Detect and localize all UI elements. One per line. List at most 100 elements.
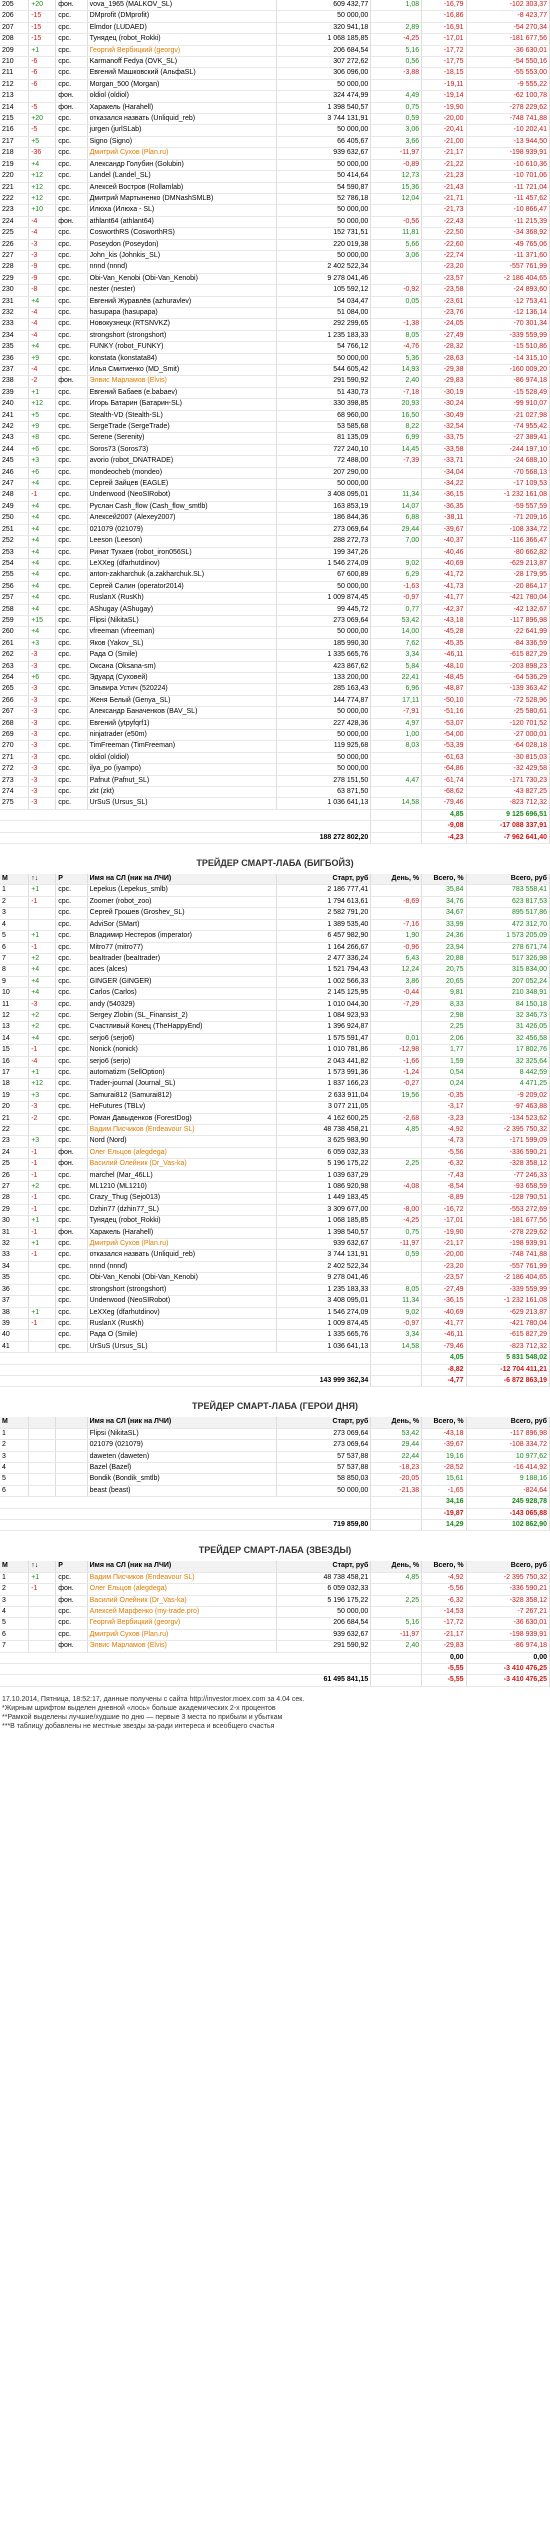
table-row[interactable]: 270 -3 срс. TimFreeman (TimFreeman) 119 925,… <box>0 740 550 753</box>
table-row[interactable]: 214 -5 фон. Харакель (Harahell) 1 398 540,57… <box>0 102 550 115</box>
table-row[interactable]: 261 +3 срс. Яков (Yakov_SL) 185 990,30 7,62 -4… <box>0 638 550 651</box>
table-row[interactable]: 213 фон. oldiol (oldiol) 324 474,99 4,49 -19,… <box>0 90 550 103</box>
table-row[interactable]: 18 +12 срс. Trader-journal (Journal_SL) 1 83… <box>0 1078 550 1091</box>
table-row[interactable]: 1 Flipsi (NikitaSL) 273 069,64 53,42 -43,18-… <box>0 1428 550 1441</box>
table-row[interactable]: 1 +1 срс. Вадим Писчиков (Endeavour SL) 48 7… <box>0 1572 550 1585</box>
table-row[interactable]: 259 +15 срс. Flipsi (NikitaSL) 273 069,64 53,… <box>0 615 550 628</box>
table-row[interactable]: 264 +6 срс. Эдуард (Суховей) 133 200,00 22,41… <box>0 672 550 685</box>
table-row[interactable]: 5 срс. Георгий Вербицкий (georgv) 206 684,5… <box>0 1617 550 1630</box>
table-row[interactable]: 215 +20 срс. отказался назвать (Unliquid_re… <box>0 113 550 126</box>
table-row[interactable]: 273 -3 срс. Pafnut (Pafnut_SL) 278 151,50 4,4… <box>0 775 550 788</box>
table-row[interactable]: 12 +2 срс. Sergey Zlobin (SL_Finansist_2) 1 … <box>0 1010 550 1023</box>
table-row[interactable]: 216 -5 срс. jurgen (jurlSLab) 50 000,00 3,06-… <box>0 124 550 137</box>
table-row[interactable]: 29 -1 срс. Dzhin77 (dzhin77_SL) 3 309 677,00… <box>0 1204 550 1217</box>
table-row[interactable]: 212 -6 срс. Morgan_500 (Morgan) 50 000,00 -19… <box>0 79 550 92</box>
table-row[interactable]: 2 -1 фон. Олег Ельцов (alegdega) 6 059 032,3… <box>0 1583 550 1596</box>
table-row[interactable]: 268 -3 срс. Евгений (ytpyfqrf1) 227 428,36 4,… <box>0 718 550 731</box>
table-row[interactable]: 21 -2 срс. Роман Давыденков (ForestDog) 4 16… <box>0 1113 550 1126</box>
table-row[interactable]: 39 -1 срс. RuslanX (RusKh) 1 009 874,45 -0,97… <box>0 1318 550 1331</box>
table-row[interactable]: 244 +6 срс. Soros73 (Soros73) 727 240,10 14,4… <box>0 444 550 457</box>
table-row[interactable]: 209 +1 срс. Георгий Вербицкий (georgv) 206 6… <box>0 45 550 58</box>
table-row[interactable]: 6 -1 срс. Mitro77 (mitro77) 1 164 266,67 -0,9… <box>0 942 550 954</box>
table-row[interactable]: 37 срс. Underwood (NeoSIRobot) 3 408 095,01… <box>0 1295 550 1308</box>
table-row[interactable]: 239 +1 срс. Евгений Бабаев (e.babaev) 51 430… <box>0 387 550 400</box>
table-row[interactable]: 238 -2 фон. Элвис Марламов (Elvis) 291 590,9… <box>0 375 550 388</box>
table-row[interactable]: 231 +4 срс. Евгений Журавлёв (azhuravlev) 54… <box>0 296 550 308</box>
table-row[interactable]: 257 +4 срс. RuslanX (RusKh) 1 009 874,45 -0,9… <box>0 592 550 605</box>
table-row[interactable]: 269 -3 срс. ninjatrader (e50m) 50 000,00 1,00… <box>0 729 550 742</box>
table-row[interactable]: 3 срс. Сергей Грошев (Groshev_SL) 2 582 791… <box>0 907 550 920</box>
table-row[interactable]: 253 +4 срс. Ринат Тухаев (robot_iron056SL) 1… <box>0 547 550 559</box>
table-row[interactable]: 207 -15 срс. Elmdor (LUDAED) 320 941,18 2,89-… <box>0 22 550 35</box>
table-row[interactable]: 4 Bazel (Bazel) 57 537,88 -18,23 -28,52 -16 4… <box>0 1462 550 1475</box>
table-row[interactable]: 7 фон. Элвис Марламов (Elvis) 291 590,92 2,4… <box>0 1640 550 1653</box>
table-row[interactable]: 222 +12 срс. Дмитрий Мартыненко (DMNashSMLB… <box>0 193 550 206</box>
table-row[interactable]: 4 срс. AdviSor (SMart) 1 389 535,40 -7,16 33,… <box>0 919 550 932</box>
table-row[interactable]: 25 -1 фон. Василий Олейник (Dr_Vas-ka) 5 196… <box>0 1158 550 1171</box>
table-row[interactable]: 17 +1 срс. automatizm (SellOption) 1 573 991… <box>0 1067 550 1080</box>
table-row[interactable]: 252 +4 срс. Leeson (Leeson) 288 272,73 7,00 -4… <box>0 535 550 548</box>
table-row[interactable]: 7 +2 срс. beaItrader (beaItrader) 2 477 336,… <box>0 953 550 966</box>
table-row[interactable]: 234 -4 срс. strongshort (strongshort) 1 235 … <box>0 330 550 343</box>
table-row[interactable]: 260 +4 срс. vfreeman (vfreeman) 50 000,00 14,… <box>0 626 550 639</box>
table-row[interactable]: 263 -3 срс. Оксана (Oksana-sm) 423 867,62 5,8… <box>0 661 550 673</box>
table-row[interactable]: 275 -3 срс. UrSuS (Ursus_SL) 1 036 641,13 14,… <box>0 797 550 810</box>
table-row[interactable]: 20 -3 срс. НеFutures (TBLv) 3 077 211,05 -3,1… <box>0 1101 550 1114</box>
table-row[interactable]: 217 +5 срс. Signo (Signo) 66 405,67 3,66 -21,0… <box>0 136 550 149</box>
table-row[interactable]: 40 срс. Рада О (Smile) 1 335 665,76 3,34 -46,… <box>0 1329 550 1342</box>
table-row[interactable]: 36 срс. strongshort (strongshort) 1 235 183… <box>0 1284 550 1297</box>
table-row[interactable]: 3 daweten (daweten) 57 537,88 22,44 19,16 10 … <box>0 1451 550 1463</box>
table-row[interactable]: 28 -1 срс. Crazy_Thug (Sejo013) 1 449 183,45… <box>0 1192 550 1205</box>
table-row[interactable]: 27 +2 срс. ML1210 (ML1210) 1 086 920,98 -4,08… <box>0 1181 550 1194</box>
table-row[interactable]: 11 -3 срс. andy (540329) 1 010 044,30 -7,29 8,… <box>0 999 550 1011</box>
table-row[interactable]: 225 -4 срс. CosworthRS (CosworthRS) 152 731,… <box>0 227 550 240</box>
table-row[interactable]: 241 +5 срс. Stealth-VD (Stealth-SL) 68 960,0… <box>0 410 550 423</box>
table-row[interactable]: 272 -3 срс. ilya_po (iyampo) 50 000,00 -64,86… <box>0 763 550 776</box>
table-row[interactable]: 240 +12 срс. Игорь Батарин (Батарин-SL) 330 … <box>0 398 550 411</box>
table-row[interactable]: 250 +4 срс. Алексей2007 (Alexey2007) 186 844… <box>0 512 550 525</box>
table-row[interactable]: 2 -1 срс. Zoomer (robot_zoo) 1 794 613,61 -8,… <box>0 896 550 909</box>
table-row[interactable]: 266 -3 срс. Женя Белый (Genya_SL) 144 774,87… <box>0 695 550 708</box>
table-row[interactable]: 14 +4 срс. serjo6 (serjo6) 1 575 591,47 0,01 2… <box>0 1033 550 1046</box>
table-row[interactable]: 38 +1 срс. LeXXeg (dfarhutdinov) 1 546 274,0… <box>0 1307 550 1319</box>
table-row[interactable]: 227 -3 срс. John_kis (Johnkis_SL) 50 000,00 3… <box>0 250 550 263</box>
table-row[interactable]: 2 021079 (021079) 273 069,64 29,44 -39,67 -10… <box>0 1439 550 1452</box>
table-row[interactable]: 210 -6 срс. Karmanoff Fedya (OVK_SL) 307 272… <box>0 56 550 69</box>
table-row[interactable]: 271 -3 срс. oldiol (oldiol) 50 000,00 -61,63-… <box>0 752 550 765</box>
table-row[interactable]: 255 +4 срс. anton-zakharchuk (a.zakharchuk.… <box>0 569 550 582</box>
table-row[interactable]: 8 +4 срс. aces (alces) 1 521 794,43 12,24 20,7… <box>0 964 550 977</box>
table-row[interactable]: 224 -4 фон. athlant64 (athlant64) 50 000,00-… <box>0 216 550 229</box>
table-row[interactable]: 13 +2 срс. Счастливый Конец (TheHappyEnd) 1 … <box>0 1021 550 1034</box>
table-row[interactable]: 34 срс. nnnd (nnnd) 2 402 522,34 -23,20 -557 … <box>0 1261 550 1274</box>
table-row[interactable]: 5 +1 срс. Владимир Нестеров (imperator) 6 45… <box>0 930 550 943</box>
table-row[interactable]: 247 +4 срс. Сергей Зайцев (EAGLE) 50 000,00 -… <box>0 478 550 491</box>
table-row[interactable]: 33 -1 срс. отказался назвать (Unliquid_reb)… <box>0 1249 550 1262</box>
table-row[interactable]: 206 -15 срс. DMprofit (DMprofit) 50 000,00 -1… <box>0 10 550 23</box>
table-row[interactable]: 267 -3 срс. Александр Баначенков (BAV_SL) 50… <box>0 706 550 719</box>
table-row[interactable]: 19 +3 срс. Samurai812 (Samurai812) 2 633 911… <box>0 1090 550 1103</box>
table-row[interactable]: 230 -8 срс. nester (nester) 105 592,12 -0,92-… <box>0 284 550 297</box>
table-row[interactable]: 249 +4 срс. Руслан Cash_flow (Cash_flow_smt… <box>0 501 550 514</box>
table-row[interactable]: 24 -1 фон. Олег Ельцов (alegdega) 6 059 032,… <box>0 1147 550 1160</box>
table-row[interactable]: 9 +4 срс. GINGER (GINGER) 1 002 566,33 3,86 20… <box>0 976 550 989</box>
table-row[interactable]: 232 -4 срс. hasupapa (hasupapa) 51 084,00 -23… <box>0 307 550 320</box>
table-row[interactable]: 251 +4 срс. 021079 (021079) 273 069,64 29,44-… <box>0 524 550 537</box>
table-row[interactable]: 35 срс. Obi-Van_Kenobi (Obi-Van_Kenobi) 9 2… <box>0 1272 550 1285</box>
table-row[interactable]: 220 +12 срс. Landel (Landel_SL) 50 414,64 12,… <box>0 170 550 183</box>
table-row[interactable]: 211 -6 срс. Евгений Машковский (АльфаSL) 306… <box>0 67 550 80</box>
table-row[interactable]: 265 -3 срс. Эльвира Устич (520224) 285 163,4… <box>0 683 550 696</box>
table-row[interactable]: 235 +4 срс. FUNKY (robot_FUNKY) 54 766,12 -4,… <box>0 341 550 354</box>
table-row[interactable]: 205 +20 фон. vova_1965 (MALKOV_SL) 609 432,7… <box>0 0 550 12</box>
table-row[interactable]: 274 -3 срс. zkt (zkt) 63 871,50 -68,62 -43 827… <box>0 786 550 799</box>
table-row[interactable]: 226 -3 срс. Poseydon (Poseydon) 220 019,38 5,… <box>0 239 550 251</box>
table-row[interactable]: 233 -4 срс. Новокузнецк (RTSNVKZ) 292 299,65… <box>0 318 550 331</box>
table-row[interactable]: 23 +3 срс. Nord (Nord) 3 625 983,90 -4,73 -171… <box>0 1135 550 1148</box>
table-row[interactable]: 22 срс. Вадим Писчиков (Endeavour SL) 48 73… <box>0 1124 550 1137</box>
table-row[interactable]: 1 +1 срс. Lepekus (Lepekus_smlb) 2 186 777,4… <box>0 884 550 897</box>
table-row[interactable]: 262 -3 срс. Рада О (Smile) 1 335 665,76 3,34-… <box>0 649 550 662</box>
table-row[interactable]: 16 -4 срс. serjo6 (serjo) 2 043 441,82 -1,66 1… <box>0 1056 550 1068</box>
table-row[interactable]: 236 +9 срс. konstata (konstata84) 50 000,00 5… <box>0 353 550 366</box>
table-row[interactable]: 218 -36 срс. Дмитрий Сухов (Plan.ru) 939 632… <box>0 147 550 160</box>
table-row[interactable]: 229 -9 срс. Obi-Van_Kenobi (Obi-Van_Kenobi)… <box>0 273 550 286</box>
table-row[interactable]: 245 +3 срс. avorio (robot_DNATRADE) 72 488,0… <box>0 455 550 468</box>
